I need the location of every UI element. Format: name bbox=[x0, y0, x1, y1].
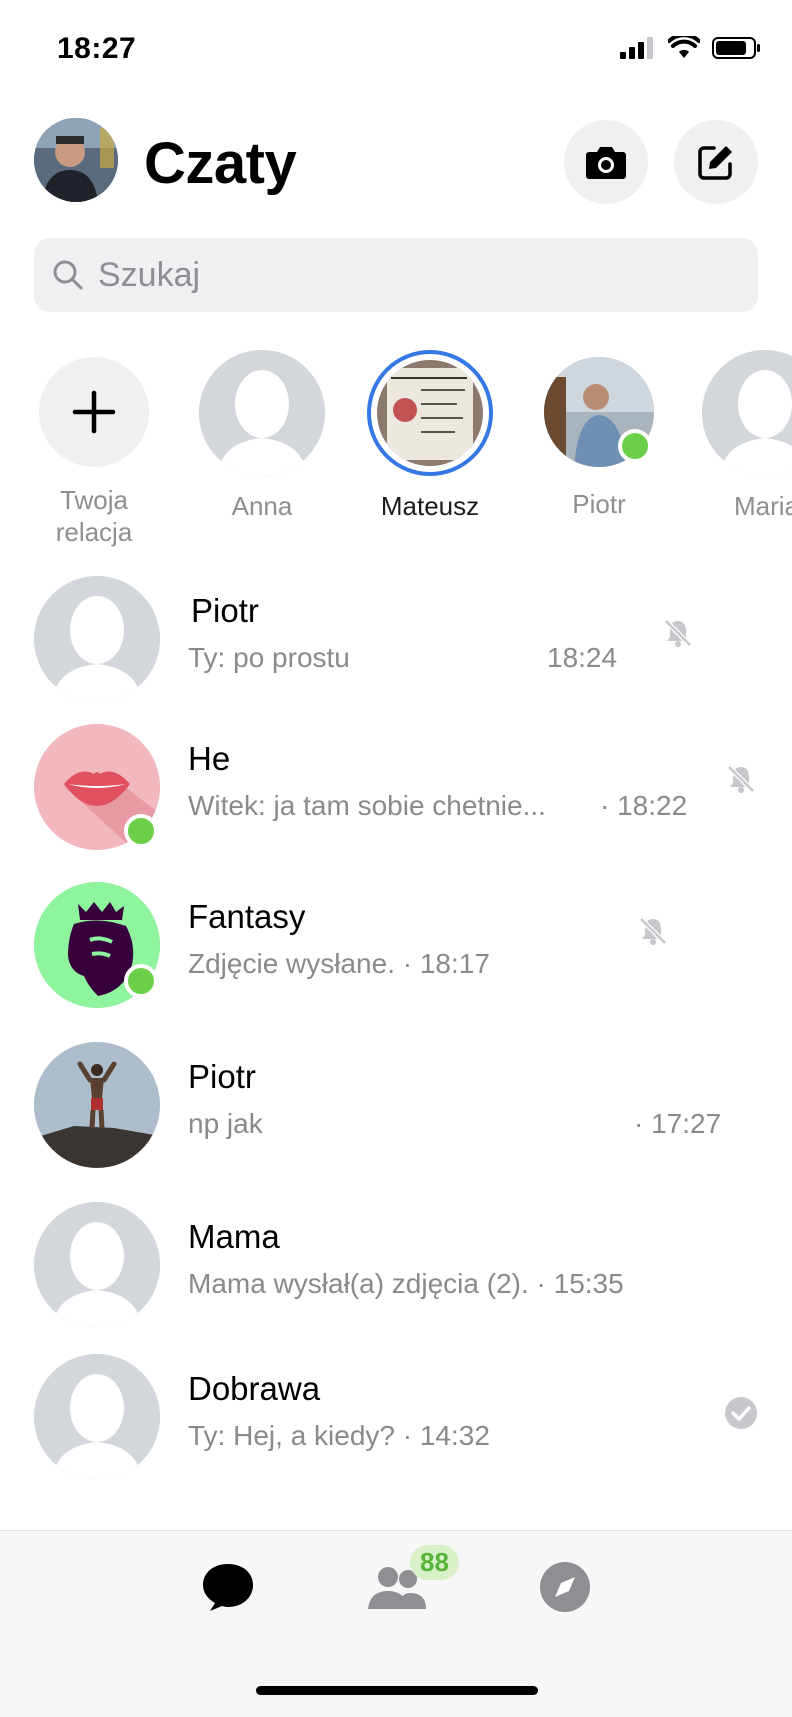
chat-row[interactable]: Mama Mama wysłał(a) zdjęcia (2). · 15:35 bbox=[0, 1196, 792, 1336]
seen-check-icon bbox=[724, 1396, 758, 1430]
status-time: 18:27 bbox=[57, 32, 137, 65]
chat-time: · 17:27 bbox=[634, 1108, 722, 1139]
wifi-icon bbox=[668, 36, 700, 58]
story-label-own: Twoja relacja bbox=[29, 484, 159, 548]
chat-name: He bbox=[188, 740, 231, 777]
online-indicator bbox=[124, 814, 158, 848]
add-story-button[interactable] bbox=[39, 357, 149, 467]
status-icons bbox=[620, 36, 762, 60]
chat-name: Dobrawa bbox=[188, 1370, 321, 1407]
chat-preview: Zdjęcie wysłane. · 18:17 bbox=[188, 948, 490, 979]
story-label: Piotr bbox=[572, 489, 626, 519]
stories-row: Twoja relacja Anna Mateusz Piotr Maria bbox=[0, 350, 792, 550]
default-avatar bbox=[199, 350, 325, 476]
chat-name: Piotr bbox=[188, 1058, 256, 1095]
avatar bbox=[34, 1042, 160, 1168]
person-silhouette-icon bbox=[34, 576, 160, 702]
default-avatar bbox=[702, 350, 792, 476]
story-piotr[interactable]: Piotr bbox=[534, 350, 664, 520]
chat-preview: Witek: ja tam sobie chetnie... bbox=[188, 790, 546, 821]
default-avatar bbox=[34, 1354, 160, 1480]
muted-bell-icon bbox=[636, 914, 670, 948]
tab-chats[interactable] bbox=[196, 1555, 260, 1619]
camera-icon bbox=[586, 147, 626, 179]
header: Czaty bbox=[0, 118, 792, 208]
person-silhouette-icon bbox=[34, 1202, 160, 1328]
chat-time: 18:24 bbox=[547, 642, 618, 673]
chat-preview: Mama wysłał(a) zdjęcia (2). · 15:35 bbox=[188, 1268, 624, 1299]
chat-row[interactable]: Dobrawa Ty: Hej, a kiedy? · 14:32 bbox=[0, 1348, 792, 1488]
chat-time: · 18:22 bbox=[600, 790, 688, 821]
cellular-signal-icon bbox=[620, 37, 653, 59]
story-label-line2: relacja bbox=[55, 517, 133, 547]
camera-button[interactable] bbox=[564, 120, 648, 204]
story-label: Anna bbox=[231, 491, 293, 521]
search-bar[interactable] bbox=[34, 238, 758, 312]
battery-icon bbox=[712, 37, 760, 59]
default-avatar bbox=[34, 1202, 160, 1328]
chat-preview: Ty: po prostu bbox=[188, 642, 350, 673]
plus-icon bbox=[72, 390, 116, 434]
story-thumbnail bbox=[377, 360, 483, 466]
people-badge: 88 bbox=[410, 1545, 459, 1580]
chat-row[interactable]: He Witek: ja tam sobie chetnie... · 18:2… bbox=[0, 718, 792, 858]
default-avatar bbox=[34, 576, 160, 702]
person-silhouette-icon bbox=[702, 350, 792, 476]
search-input[interactable] bbox=[96, 254, 720, 296]
page-title: Czaty bbox=[144, 131, 297, 196]
tab-discover[interactable] bbox=[533, 1555, 597, 1619]
story-label: Mateusz bbox=[380, 491, 480, 521]
online-indicator bbox=[124, 964, 158, 998]
story-mateusz[interactable]: Mateusz bbox=[365, 350, 495, 522]
profile-avatar[interactable] bbox=[34, 118, 118, 202]
chat-preview: np jak bbox=[188, 1108, 263, 1139]
search-icon bbox=[53, 260, 83, 290]
story-label: Maria bbox=[734, 491, 792, 521]
chat-name: Mama bbox=[188, 1218, 280, 1255]
chat-row[interactable]: Fantasy Zdjęcie wysłane. · 18:17 bbox=[0, 876, 792, 1016]
chat-bubble-icon bbox=[203, 1564, 253, 1611]
story-label-line1: Twoja bbox=[60, 485, 128, 515]
status-bar: 18:27 bbox=[0, 0, 792, 100]
home-indicator bbox=[256, 1686, 538, 1695]
muted-bell-icon bbox=[724, 762, 758, 796]
chat-row[interactable]: Piotr np jak · 17:27 bbox=[0, 1036, 792, 1176]
compass-icon bbox=[540, 1562, 590, 1612]
new-message-button[interactable] bbox=[674, 120, 758, 204]
chat-row[interactable]: Piotr Ty: po prostu 18:24 bbox=[0, 570, 792, 710]
online-indicator bbox=[618, 429, 652, 463]
chat-name: Fantasy bbox=[188, 898, 306, 935]
story-anna[interactable]: Anna bbox=[197, 350, 327, 522]
story-add-own[interactable]: Twoja relacja bbox=[29, 350, 159, 548]
muted-bell-icon bbox=[661, 616, 695, 650]
chat-preview: Ty: Hej, a kiedy? · 14:32 bbox=[188, 1420, 490, 1451]
compose-icon bbox=[698, 146, 732, 180]
person-silhouette-icon bbox=[34, 1354, 160, 1480]
person-silhouette-icon bbox=[199, 350, 325, 476]
story-maria[interactable]: Maria bbox=[702, 350, 792, 522]
story-ring-unseen bbox=[367, 350, 493, 476]
chat-name: Piotr bbox=[191, 592, 259, 629]
